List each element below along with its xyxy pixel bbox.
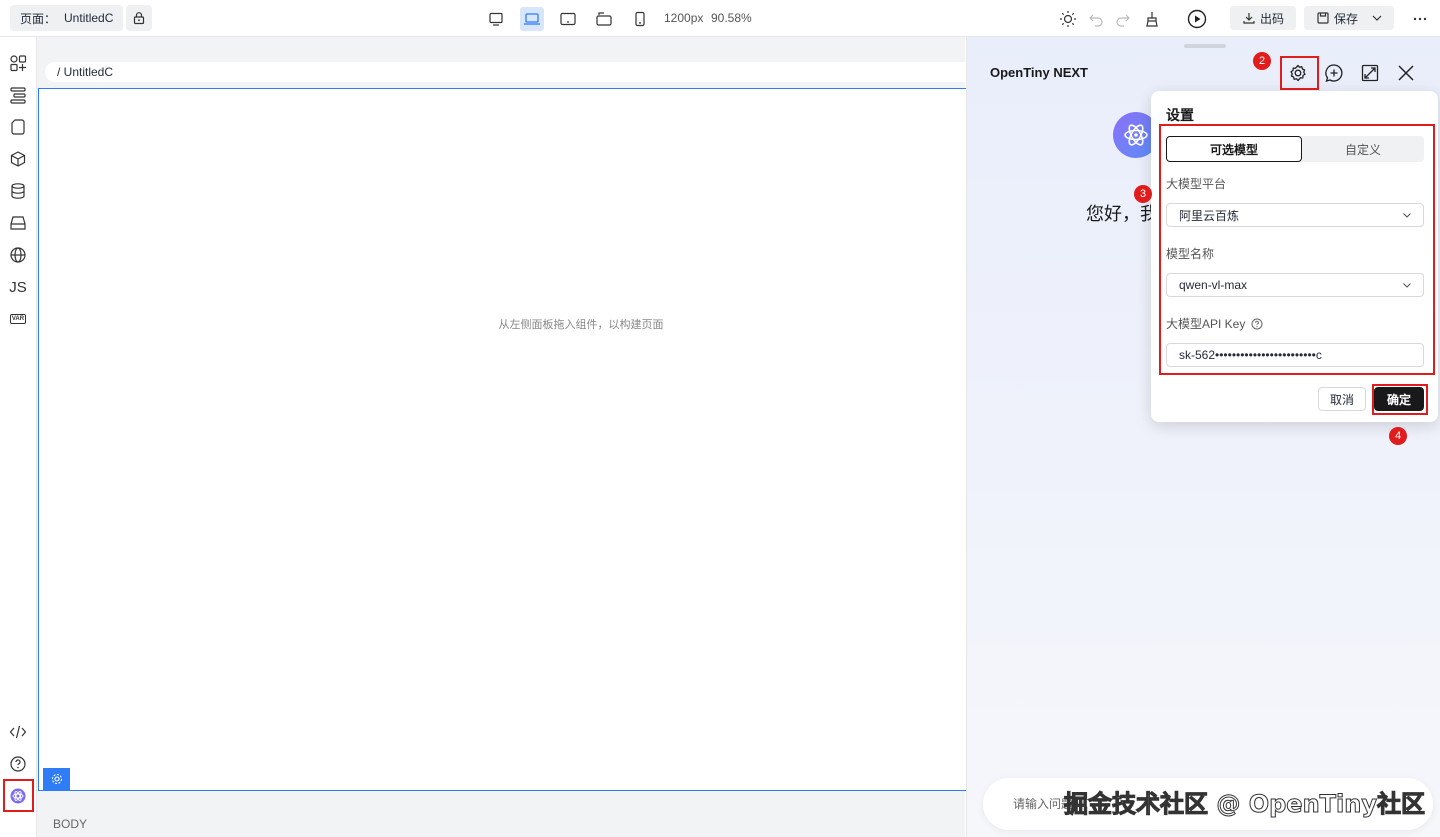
- save-icon: [1317, 12, 1329, 24]
- canvas-settings-button[interactable]: [43, 768, 70, 790]
- play-icon: [1187, 9, 1207, 29]
- greeting-text: 您好，我: [1086, 204, 1158, 224]
- page-icon: [11, 119, 25, 135]
- monitor-icon: [489, 12, 503, 26]
- sidebar-item-help[interactable]: [5, 751, 31, 777]
- sidebar-item-js[interactable]: JS: [5, 274, 31, 300]
- watermark-text: 掘金技术社区 @ OpenTiny社区: [1064, 790, 1426, 819]
- step-2-highlight: [1280, 56, 1319, 90]
- atom-icon: [1124, 124, 1148, 146]
- components-icon: [10, 55, 27, 72]
- blocks-icon: [10, 151, 26, 167]
- tablet-landscape-icon: [560, 12, 576, 26]
- datasource-icon: [11, 183, 25, 199]
- theme-toggle-button[interactable]: [1056, 7, 1080, 31]
- save-button[interactable]: 保存: [1304, 6, 1395, 30]
- body-tag-label[interactable]: BODY: [53, 817, 87, 831]
- mobile-view-button[interactable]: [628, 7, 652, 31]
- tablet-landscape-button[interactable]: [556, 7, 580, 31]
- lock-icon: [133, 12, 145, 25]
- clean-button[interactable]: [1140, 7, 1164, 31]
- sidebar-item-components[interactable]: [5, 50, 31, 76]
- step-2-badge: 2: [1253, 52, 1271, 70]
- page-name: UntitledC: [64, 11, 114, 25]
- preview-button[interactable]: [1185, 7, 1209, 31]
- sidebar-item-datasource[interactable]: [5, 178, 31, 204]
- canvas-width-value: 1200px: [664, 11, 704, 25]
- sidebar-item-code[interactable]: [5, 719, 31, 745]
- var-icon: VAR: [9, 314, 27, 324]
- js-icon: JS: [9, 278, 27, 296]
- undo-button[interactable]: [1084, 7, 1108, 31]
- download-icon: [1243, 13, 1255, 24]
- storage-icon: [10, 216, 26, 230]
- gear-icon: [51, 773, 62, 785]
- export-code-label: 出码: [1260, 11, 1285, 26]
- sidebar-item-outline[interactable]: [5, 82, 31, 108]
- lock-button[interactable]: [126, 5, 152, 31]
- close-icon: [1398, 65, 1414, 81]
- laptop-icon: [524, 13, 540, 25]
- more-dots-icon: [1413, 17, 1427, 21]
- step-4-highlight: [1372, 384, 1428, 415]
- sidebar-item-page[interactable]: [5, 114, 31, 140]
- empty-canvas-hint: 从左侧面板拖入组件，以构建页面: [498, 319, 664, 331]
- canvas-breadcrumb[interactable]: / UntitledC: [45, 62, 970, 82]
- sidebar-item-blocks[interactable]: [5, 146, 31, 172]
- help-icon: [10, 756, 26, 772]
- page-canvas[interactable]: [38, 88, 968, 791]
- body-tag-bar: BODY: [37, 810, 965, 837]
- step-1-highlight: [3, 779, 34, 812]
- code-icon: [9, 725, 27, 739]
- sidebar-item-i18n[interactable]: [5, 242, 31, 268]
- undo-icon: [1089, 14, 1103, 27]
- redo-icon: [1116, 14, 1130, 27]
- laptop-view-button[interactable]: [520, 7, 544, 31]
- desktop-view-button[interactable]: [484, 7, 508, 31]
- step-4-badge: 4: [1389, 427, 1407, 445]
- settings-dialog-title: 设置: [1166, 107, 1194, 123]
- panel-title: OpenTiny NEXT: [990, 65, 1088, 80]
- sidebar-item-storage[interactable]: [5, 210, 31, 236]
- page-selector[interactable]: 页面： UntitledC: [10, 5, 124, 31]
- export-code-button[interactable]: 出码: [1230, 6, 1297, 30]
- outline-icon: [10, 87, 26, 104]
- step-3-badge: 3: [1134, 185, 1152, 203]
- chevron-down-icon: [1372, 15, 1382, 21]
- expand-button[interactable]: [1357, 60, 1383, 86]
- close-panel-button[interactable]: [1393, 60, 1419, 86]
- sun-icon: [1060, 11, 1076, 27]
- new-chat-button[interactable]: [1321, 60, 1347, 86]
- mobile-icon: [635, 11, 645, 27]
- add-chat-icon: [1325, 64, 1343, 82]
- save-label: 保存: [1334, 11, 1359, 26]
- cancel-button[interactable]: 取消: [1318, 387, 1366, 411]
- globe-icon: [10, 247, 26, 263]
- sidebar-item-variables[interactable]: VAR: [5, 306, 31, 332]
- tablet-rotate-button[interactable]: [592, 7, 616, 31]
- canvas-zoom-value: 90.58%: [711, 11, 752, 25]
- redo-button[interactable]: [1111, 7, 1135, 31]
- rotate-device-icon: [596, 12, 612, 26]
- breadcrumb-text: / UntitledC: [57, 65, 114, 79]
- expand-icon: [1361, 64, 1379, 82]
- panel-drag-handle[interactable]: [1184, 44, 1226, 48]
- page-label: 页面：: [20, 11, 57, 26]
- more-menu-button[interactable]: [1408, 7, 1432, 31]
- broom-icon: [1146, 12, 1158, 27]
- step-3-highlight: [1159, 124, 1435, 375]
